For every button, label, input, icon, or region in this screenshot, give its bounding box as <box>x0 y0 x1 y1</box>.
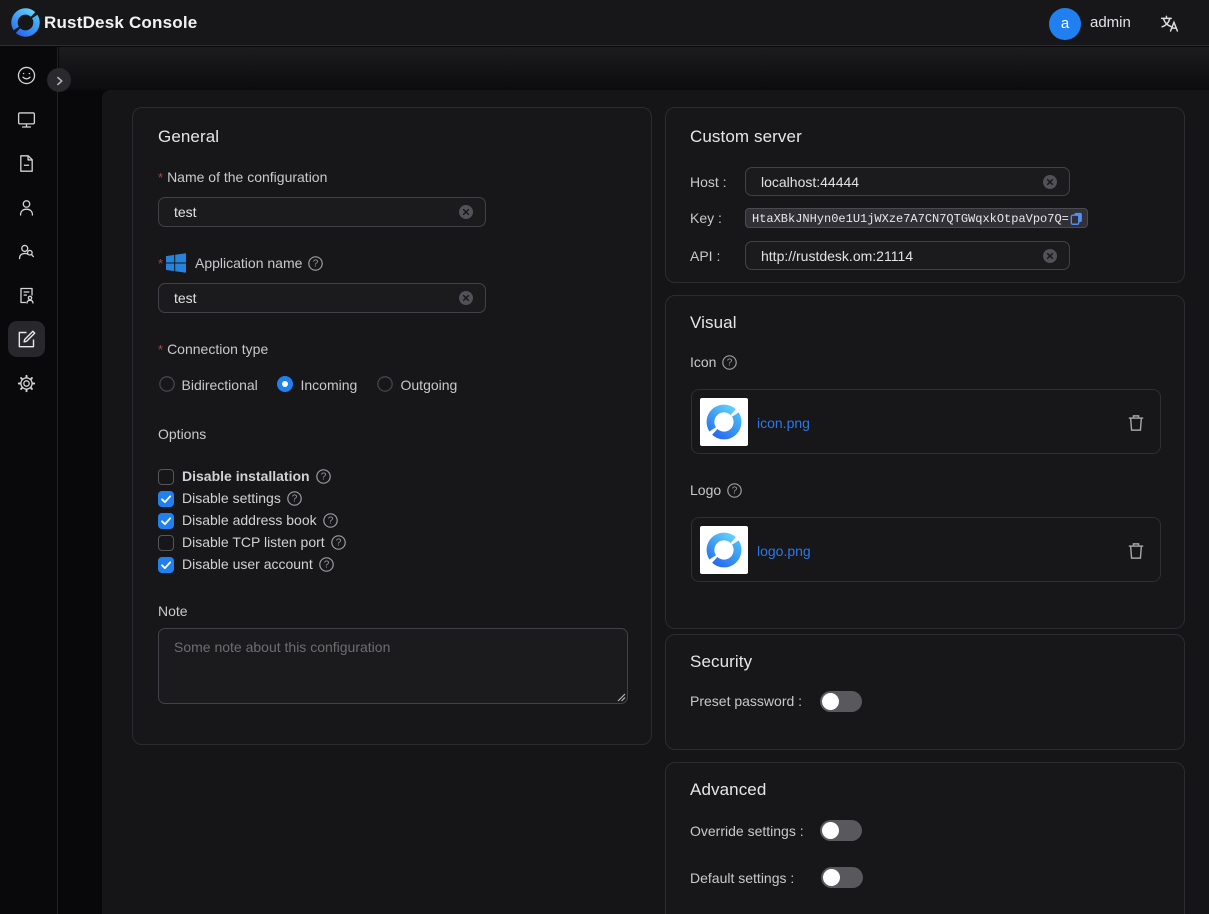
svg-text:?: ? <box>320 471 326 482</box>
svg-text:?: ? <box>727 357 733 368</box>
svg-text:?: ? <box>313 258 319 269</box>
svg-text:?: ? <box>327 515 333 526</box>
svg-text:?: ? <box>323 559 329 570</box>
svg-text:?: ? <box>732 485 738 496</box>
svg-text:?: ? <box>292 493 298 504</box>
svg-text:?: ? <box>335 537 341 548</box>
